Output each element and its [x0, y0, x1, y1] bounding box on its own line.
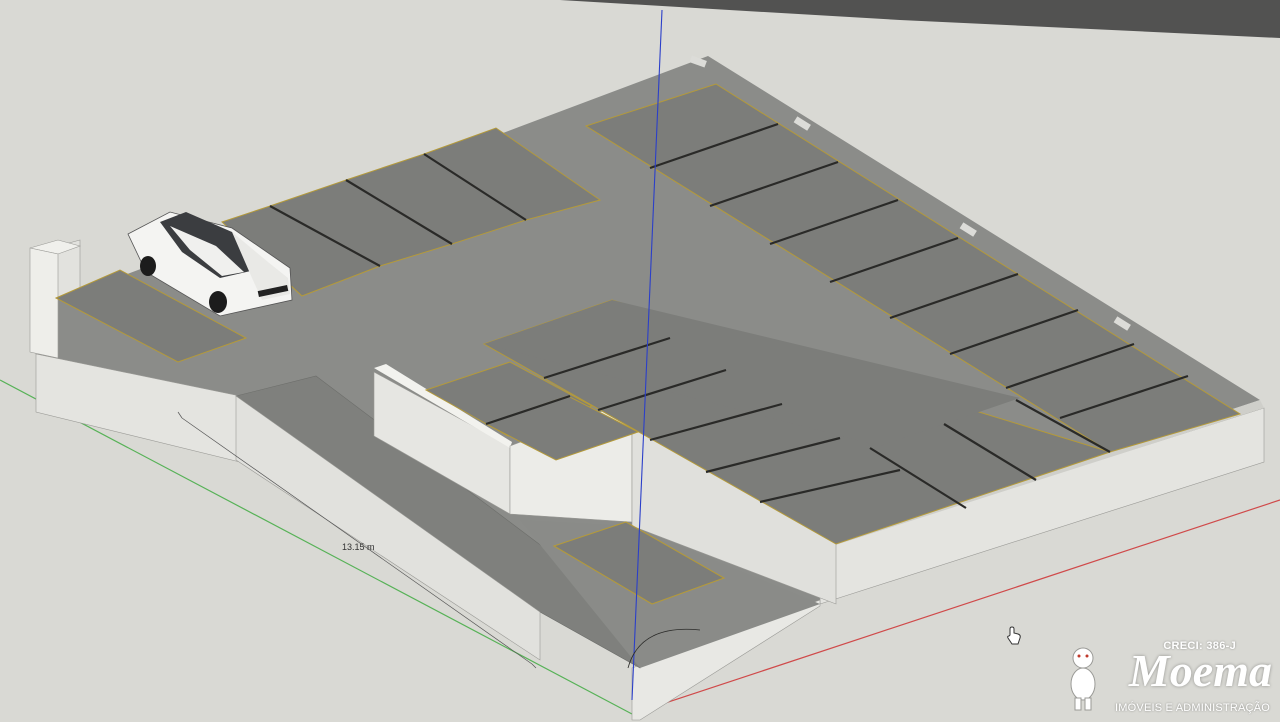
hand-cursor-icon: [1007, 626, 1021, 645]
brand-watermark: CRECI: 386-J Moema IMÓVEIS E ADMINISTRAÇ…: [1059, 638, 1274, 716]
screen-edge: [560, 0, 1280, 38]
dimension-label: 13.15 m: [342, 542, 375, 552]
brand-subtitle: IMÓVEIS E ADMINISTRAÇÃO: [1115, 702, 1270, 714]
wall-left-post: [29, 247, 59, 359]
brand-name: Moema: [1128, 645, 1272, 696]
parking-model-scene[interactable]: 13.15 m: [0, 0, 1280, 722]
mascot-icon: [1070, 647, 1096, 711]
modeling-viewport[interactable]: 13.15 m CRECI: 386-J Moema IMÓVEIS E ADM…: [0, 0, 1280, 722]
